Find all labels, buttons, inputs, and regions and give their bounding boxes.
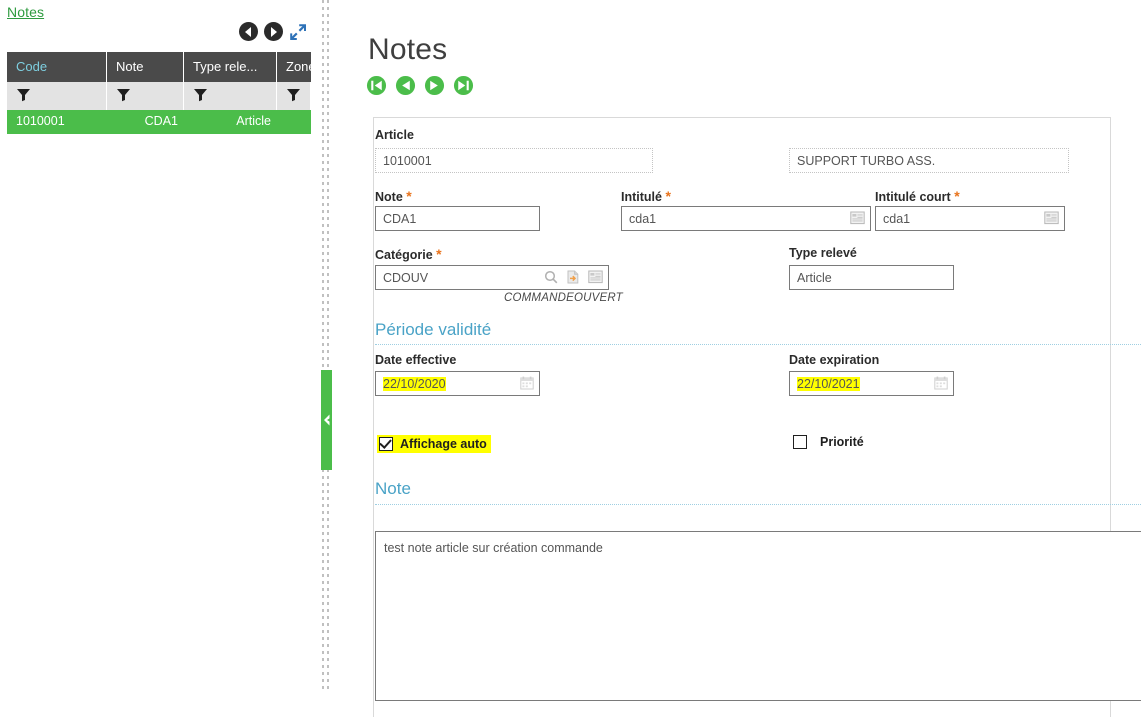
date-expiration-label: Date expiration bbox=[789, 353, 880, 367]
required-asterisk: * bbox=[954, 188, 960, 204]
page-title: Notes bbox=[368, 33, 448, 66]
section-heading-note: Note bbox=[375, 479, 411, 498]
categorie-value: CDOUV bbox=[383, 271, 429, 285]
table-row[interactable]: 1010001 CDA1 Article bbox=[7, 110, 311, 134]
notes-grid: Code Note Type rele... Zone bbox=[7, 52, 311, 134]
priorite-checkbox-row[interactable]: Priorité bbox=[793, 435, 864, 449]
affichage-auto-checkbox[interactable] bbox=[379, 437, 393, 451]
priorite-checkbox[interactable] bbox=[793, 435, 807, 449]
date-effective-value: 22/10/2020 bbox=[383, 377, 446, 391]
categorie-input[interactable]: CDOUV bbox=[375, 265, 609, 290]
categorie-label: Catégorie * bbox=[375, 246, 442, 262]
page-jump-icon[interactable] bbox=[566, 270, 580, 284]
funnel-filter-icon bbox=[194, 89, 207, 102]
date-effective-label: Date effective bbox=[375, 353, 457, 367]
filter-cell-code[interactable] bbox=[7, 82, 107, 110]
next-circle-icon[interactable] bbox=[264, 22, 283, 41]
splitter-collapse-handle[interactable] bbox=[321, 370, 332, 470]
funnel-filter-icon bbox=[287, 89, 300, 102]
intitule-court-value: cda1 bbox=[883, 212, 911, 226]
type-releve-label: Type relevé bbox=[789, 246, 857, 260]
filter-cell-type-releve[interactable] bbox=[184, 82, 277, 110]
chevron-left-icon bbox=[324, 414, 330, 426]
grid-toolbar bbox=[239, 22, 307, 41]
funnel-filter-icon bbox=[17, 89, 30, 102]
previous-record-icon[interactable] bbox=[395, 75, 416, 96]
panel-splitter[interactable] bbox=[320, 0, 333, 689]
calendar-icon[interactable] bbox=[520, 376, 534, 390]
grid-column-header-type-releve[interactable]: Type rele... bbox=[184, 52, 277, 82]
intitule-label: Intitulé * bbox=[621, 188, 671, 204]
intitule-label-text: Intitulé bbox=[621, 190, 662, 204]
article-label: Article bbox=[375, 128, 414, 142]
cell-code: 1010001 bbox=[16, 114, 65, 128]
last-record-icon[interactable] bbox=[453, 75, 474, 96]
note-textarea[interactable]: test note article sur création commande bbox=[375, 531, 1141, 701]
filter-cell-zone[interactable] bbox=[277, 82, 311, 110]
intitule-court-label: Intitulé court * bbox=[875, 188, 960, 204]
intitule-court-input[interactable]: cda1 bbox=[875, 206, 1065, 231]
prev-circle-icon[interactable] bbox=[239, 22, 258, 41]
prev-triangle-icon bbox=[245, 26, 251, 37]
text-editor-icon[interactable] bbox=[1044, 211, 1059, 225]
cell-note: CDA1 bbox=[144, 114, 178, 128]
grid-column-header-zone[interactable]: Zone bbox=[277, 52, 311, 82]
affichage-auto-label: Affichage auto bbox=[400, 437, 487, 451]
categorie-hint: COMMANDEOUVERT bbox=[504, 292, 623, 304]
grid-header-row: Code Note Type rele... Zone bbox=[7, 52, 311, 82]
note-label-text: Note bbox=[375, 190, 403, 204]
filter-cell-note[interactable] bbox=[107, 82, 184, 110]
date-expiration-input[interactable]: 22/10/2021 bbox=[789, 371, 954, 396]
first-record-icon[interactable] bbox=[366, 75, 387, 96]
cell-type-releve: Article bbox=[236, 114, 271, 128]
date-effective-input[interactable]: 22/10/2020 bbox=[375, 371, 540, 396]
date-expiration-value: 22/10/2021 bbox=[797, 377, 860, 391]
funnel-filter-icon bbox=[117, 89, 130, 102]
cell-zone bbox=[277, 110, 311, 134]
breadcrumb-notes-link[interactable]: Notes bbox=[7, 4, 44, 20]
section-divider-note bbox=[375, 504, 1141, 505]
required-asterisk: * bbox=[406, 188, 412, 204]
section-heading-periode-validite: Période validité bbox=[375, 320, 492, 339]
search-magnifier-icon[interactable] bbox=[544, 270, 558, 284]
notes-list-panel: Notes Code Note Type rele... Zone bbox=[0, 0, 311, 689]
article-code-field[interactable]: 1010001 bbox=[375, 148, 653, 173]
section-divider-periode-validite bbox=[375, 344, 1141, 345]
record-navigation bbox=[366, 75, 474, 96]
grid-filter-row bbox=[7, 82, 311, 110]
intitule-value: cda1 bbox=[629, 212, 657, 226]
grid-column-header-note[interactable]: Note bbox=[107, 52, 184, 82]
calendar-icon[interactable] bbox=[934, 376, 948, 390]
expand-diagonal-icon[interactable] bbox=[289, 23, 307, 41]
note-input[interactable]: CDA1 bbox=[375, 206, 540, 231]
grid-column-header-code[interactable]: Code bbox=[7, 52, 107, 82]
article-description-field[interactable]: SUPPORT TURBO ASS. bbox=[789, 148, 1069, 173]
priorite-label: Priorité bbox=[820, 435, 864, 449]
type-releve-input[interactable]: Article bbox=[789, 265, 954, 290]
affichage-auto-checkbox-row[interactable]: Affichage auto bbox=[377, 435, 491, 453]
note-label: Note * bbox=[375, 188, 412, 204]
next-triangle-icon bbox=[271, 26, 277, 37]
required-asterisk: * bbox=[665, 188, 671, 204]
next-record-icon[interactable] bbox=[424, 75, 445, 96]
intitule-court-label-text: Intitulé court bbox=[875, 190, 951, 204]
list-detail-icon[interactable] bbox=[588, 270, 603, 284]
categorie-label-text: Catégorie bbox=[375, 248, 433, 262]
required-asterisk: * bbox=[436, 246, 442, 262]
text-editor-icon[interactable] bbox=[850, 211, 865, 225]
intitule-input[interactable]: cda1 bbox=[621, 206, 871, 231]
